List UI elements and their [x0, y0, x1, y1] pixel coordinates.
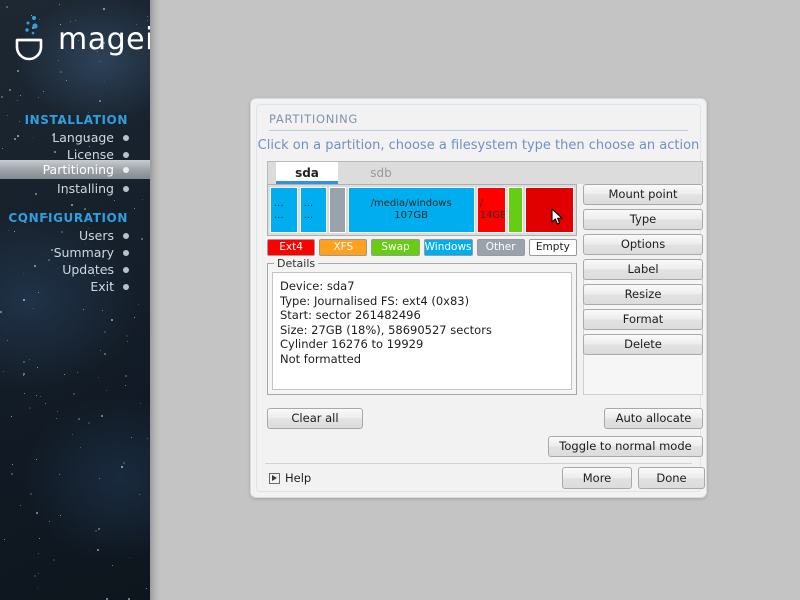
done-button[interactable]: Done [638, 467, 705, 489]
title-divider [269, 130, 688, 131]
dialog-inner-panel: PARTITIONING Click on a partition, choos… [256, 104, 705, 492]
details-line: Type: Journalised FS: ext4 (0x83) [280, 293, 470, 308]
bullet-icon [123, 233, 129, 239]
partition-segment-p3[interactable] [329, 187, 346, 233]
partition-segment-p2[interactable]: ...... [299, 187, 328, 233]
bullet-icon [123, 250, 129, 256]
details-line: Not formatted [280, 351, 362, 366]
legend-windows-button[interactable]: Windows [423, 239, 473, 256]
legend-ext4-button[interactable]: Ext4 [267, 239, 316, 256]
partition-segment-label: /14GB [479, 198, 506, 221]
details-group: Details Device: sda7 Type: Journalised FS… [267, 257, 577, 395]
footer-divider [265, 463, 692, 464]
mageia-logo: mageia [12, 14, 150, 66]
sidebar-item-label: Updates [62, 262, 114, 277]
mageia-cauldron-logo-icon [15, 15, 43, 61]
sidebar-edge-shadow [150, 0, 160, 600]
sidebar-item-label: Exit [90, 279, 114, 294]
sidebar-item-label: Installing [57, 181, 114, 196]
play-square-icon [269, 472, 280, 484]
sidebar-item-label: Users [78, 228, 114, 243]
filesystem-legend: Ext4 XFS Swap Windows Other Empty [267, 239, 577, 257]
resize-button[interactable]: Resize [583, 284, 703, 305]
partition-segment-label [330, 188, 344, 232]
sidebar-item-label: Language [52, 130, 114, 145]
legend-empty-button[interactable]: Empty [528, 239, 577, 256]
sidebar-item-exit[interactable]: Exit [0, 277, 150, 296]
brand-name: mageia [58, 22, 150, 57]
details-line: Size: 27GB (18%), 58690527 sectors [280, 322, 492, 337]
partition-actions: Mount point Type Options Label Resize Fo… [583, 184, 703, 359]
details-line: Device: sda7 [280, 279, 355, 293]
partition-segment-p6[interactable] [507, 187, 523, 233]
bullet-icon [123, 135, 129, 141]
partition-segment-label [509, 188, 522, 232]
sidebar-heading-installation: INSTALLATION [24, 113, 128, 127]
mount-point-button[interactable]: Mount point [583, 184, 703, 205]
sidebar-item-label: Partitioning [42, 162, 114, 177]
delete-button[interactable]: Delete [583, 334, 703, 355]
dialog-subtitle: Click on a partition, choose a filesyste… [257, 138, 700, 153]
bullet-icon [123, 284, 129, 290]
format-button[interactable]: Format [583, 309, 703, 330]
page-title: PARTITIONING [269, 112, 359, 126]
tab-sdb[interactable]: sdb [350, 162, 412, 184]
help-button[interactable]: Help [269, 469, 311, 487]
partition-segment-p1[interactable]: ...... [270, 187, 298, 233]
sidebar-item-installing[interactable]: Installing [0, 179, 150, 198]
partitioning-dialog: PARTITIONING Click on a partition, choos… [250, 98, 707, 498]
legend-xfs-button[interactable]: XFS [319, 239, 368, 256]
partition-segment-p5[interactable]: /14GB [476, 187, 506, 233]
bullet-icon [123, 152, 129, 158]
toggle-mode-button[interactable]: Toggle to normal mode [548, 436, 703, 457]
auto-allocate-button[interactable]: Auto allocate [604, 408, 703, 429]
details-line: Cylinder 16276 to 19929 [280, 337, 424, 351]
disk-tabs: sda sdb [267, 161, 703, 184]
bullet-icon [123, 267, 129, 273]
help-label: Help [285, 471, 312, 485]
legend-swap-button[interactable]: Swap [371, 239, 420, 256]
partition-segment-label [526, 188, 573, 232]
label-button[interactable]: Label [583, 259, 703, 280]
partition-segment-label: ...... [303, 198, 314, 221]
partition-segment-label: ...... [274, 198, 284, 221]
type-button[interactable]: Type [583, 209, 703, 230]
more-button[interactable]: More [562, 467, 632, 489]
partition-segment-p4[interactable]: /media/windows 107GB [347, 187, 475, 233]
details-line: Start: sector 261482496 [280, 308, 421, 322]
tab-sda[interactable]: sda [276, 162, 338, 184]
sidebar-item-partitioning[interactable]: Partitioning [0, 160, 150, 179]
options-button[interactable]: Options [583, 234, 703, 255]
bullet-icon [123, 186, 129, 192]
bullet-icon [123, 167, 129, 173]
starfield-background [0, 0, 150, 600]
sidebar-item-label: Summary [53, 245, 114, 260]
details-group-label: Details [274, 257, 319, 270]
clear-all-button[interactable]: Clear all [267, 408, 363, 429]
partition-details-text: Device: sda7 Type: Journalised FS: ext4 (… [272, 272, 572, 390]
partition-segment-p7[interactable] [524, 187, 574, 233]
mouse-cursor [551, 208, 563, 225]
sidebar-heading-configuration: CONFIGURATION [8, 211, 128, 225]
legend-other-button[interactable]: Other [476, 239, 525, 256]
partition-bar: ............ /media/windows 107GB/14GB [267, 184, 577, 236]
partition-segment-label: /media/windows 107GB [370, 198, 452, 221]
installer-sidebar: mageia INSTALLATION Language License Par… [0, 0, 150, 600]
